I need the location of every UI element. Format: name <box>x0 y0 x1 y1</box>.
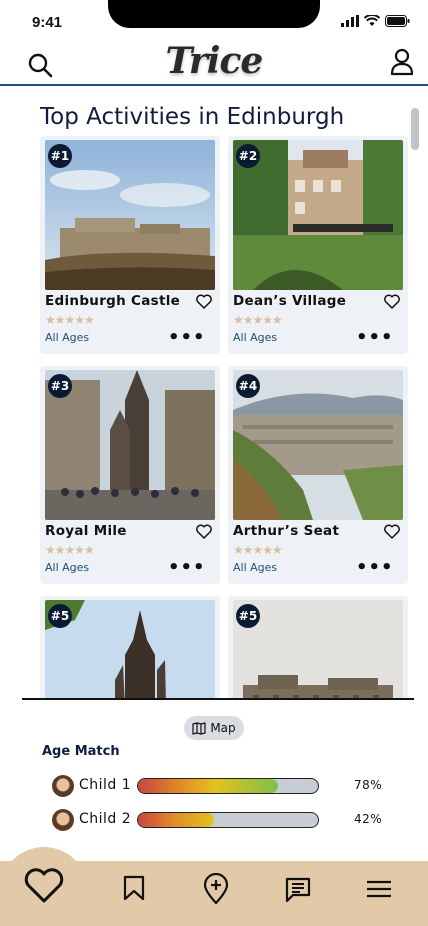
activity-name: Arthur’s Seat <box>233 523 340 539</box>
activity-photo <box>233 370 403 520</box>
status-time: 9:41 <box>32 14 63 31</box>
child-match-row: Child 2 42% <box>52 809 392 831</box>
nav-messages[interactable] <box>285 877 311 907</box>
map-button[interactable]: Map <box>184 716 244 740</box>
match-percent: 42% <box>354 812 383 826</box>
rank-badge: #4 <box>236 374 260 398</box>
nav-add-place[interactable] <box>203 872 229 909</box>
match-progress-bar <box>137 778 319 794</box>
activity-name: Royal Mile <box>45 523 127 539</box>
avatar <box>52 775 74 797</box>
heart-icon <box>196 294 212 309</box>
activity-name: Dean’s Village <box>233 293 347 309</box>
rank-badge: #2 <box>236 144 260 168</box>
rating-stars: ★★★★★ <box>45 313 95 327</box>
user-icon <box>390 48 414 76</box>
more-options-button[interactable]: ••• <box>356 327 394 348</box>
more-options-button[interactable]: ••• <box>356 557 394 578</box>
activity-card[interactable]: #5 <box>228 596 408 700</box>
nav-favorites[interactable] <box>24 867 64 909</box>
profile-button[interactable] <box>390 48 414 80</box>
activity-card[interactable]: #1 Edinburgh Castle ★★★★★ All Ages ••• <box>40 136 220 354</box>
app-header: Trice <box>0 40 428 86</box>
wifi-icon <box>364 15 380 26</box>
favorite-button[interactable] <box>196 524 212 543</box>
app-logo: Trice <box>165 40 264 82</box>
status-icons <box>341 15 410 27</box>
favorite-button[interactable] <box>384 294 400 313</box>
activity-card[interactable]: #5 <box>40 596 220 700</box>
age-label: All Ages <box>45 331 90 344</box>
child-name: Child 1 <box>79 777 132 793</box>
more-options-button[interactable]: ••• <box>168 557 206 578</box>
messages-icon <box>285 877 311 903</box>
activity-name: Edinburgh Castle <box>45 293 181 309</box>
status-bar: 9:41 <box>0 0 428 44</box>
age-label: All Ages <box>233 331 278 344</box>
more-options-button[interactable]: ••• <box>168 327 206 348</box>
activity-card[interactable]: #4 Arthur’s Seat ★★★★★ All Ages ••• <box>228 366 408 584</box>
activity-grid: #1 Edinburgh Castle ★★★★★ All Ages ••• #… <box>40 136 410 700</box>
rank-badge: #5 <box>48 604 72 628</box>
page-title: Top Activities in Edinburgh <box>40 104 345 130</box>
activity-card[interactable]: #3 Royal Mile ★★★★★ All Ages ••• <box>40 366 220 584</box>
map-button-label: Map <box>210 721 236 735</box>
rating-stars: ★★★★★ <box>45 543 95 557</box>
match-progress-bar <box>137 812 319 828</box>
scrollbar[interactable] <box>411 108 419 150</box>
map-icon <box>192 721 206 735</box>
device-notch <box>108 0 320 28</box>
match-progress-fill <box>138 813 214 827</box>
signal-icon <box>341 15 359 27</box>
add-location-icon <box>203 872 229 905</box>
heart-icon <box>24 868 64 903</box>
avatar <box>52 809 74 831</box>
child-name: Child 2 <box>79 811 132 827</box>
heart-icon <box>384 524 400 539</box>
battery-icon <box>385 15 410 27</box>
rank-badge: #3 <box>48 374 72 398</box>
activity-photo <box>45 140 215 290</box>
age-label: All Ages <box>45 561 90 574</box>
match-progress-fill <box>138 779 279 793</box>
age-match-title: Age Match <box>42 744 120 759</box>
rank-badge: #1 <box>48 144 72 168</box>
match-percent: 78% <box>354 778 383 792</box>
panel-divider <box>22 698 414 700</box>
nav-menu[interactable] <box>366 879 392 903</box>
age-label: All Ages <box>233 561 278 574</box>
child-match-row: Child 1 78% <box>52 775 392 797</box>
favorite-button[interactable] <box>196 294 212 313</box>
favorite-button[interactable] <box>384 524 400 543</box>
activity-photo <box>45 370 215 520</box>
activity-card[interactable]: #2 Dean’s Village ★★★★★ All Ages ••• <box>228 136 408 354</box>
rank-badge: #5 <box>236 604 260 628</box>
heart-icon <box>384 294 400 309</box>
rating-stars: ★★★★★ <box>233 543 283 557</box>
bottom-nav <box>0 847 428 926</box>
heart-icon <box>196 524 212 539</box>
nav-saved[interactable] <box>122 875 146 905</box>
bookmark-icon <box>123 875 145 901</box>
rating-stars: ★★★★★ <box>233 313 283 327</box>
menu-icon <box>367 880 391 898</box>
activity-photo <box>233 140 403 290</box>
